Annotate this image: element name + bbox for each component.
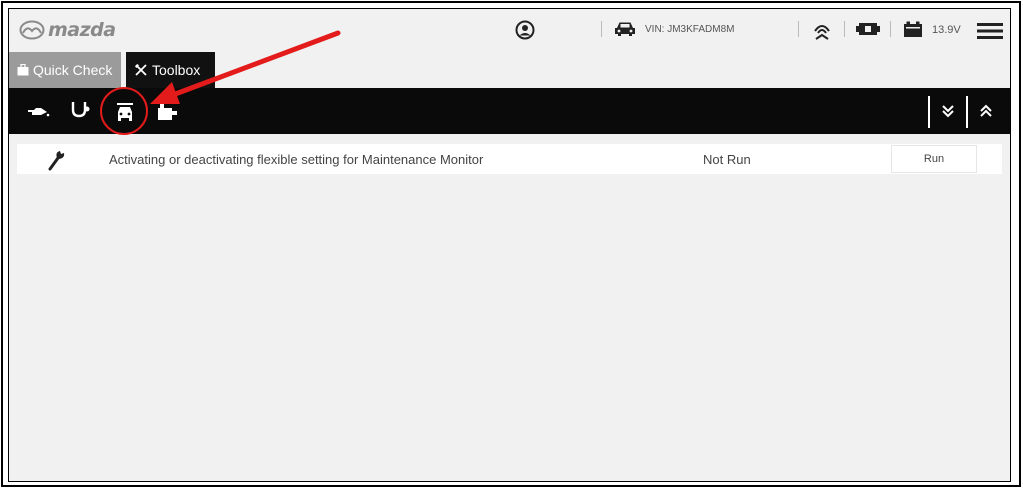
vehicle-setting-icon: [117, 103, 133, 121]
toolbar-divider: [966, 96, 968, 128]
tab-label: Quick Check: [33, 62, 113, 78]
tools-icon: [135, 64, 147, 76]
car-icon: [615, 22, 635, 36]
wireless-connection-icon: [814, 25, 830, 40]
toolbar-divider: [928, 96, 930, 128]
tab-label: Toolbox: [152, 62, 201, 78]
mazda-emblem-icon: [19, 20, 45, 40]
wrench-icon: [47, 149, 67, 176]
app-window: mazda VIN: JM3KFADM8M 13.9V Quick Check …: [8, 8, 1011, 482]
vin-label: VIN: JM3KFADM8M: [645, 23, 735, 35]
toolbar-diagnostics-button[interactable]: [67, 98, 93, 124]
toolbar-oil-button[interactable]: [25, 98, 51, 124]
toolbox-category-bar: [9, 88, 1010, 134]
vehicle-info: VIN: JM3KFADM8M: [613, 20, 734, 38]
stethoscope-icon: [71, 102, 90, 118]
user-account-button[interactable]: [515, 20, 535, 40]
mazda-logo: mazda: [19, 19, 116, 41]
hamburger-menu-icon: [977, 23, 1003, 39]
vci-device-icon: [856, 23, 880, 35]
user-icon: [515, 20, 535, 40]
battery-icon: [904, 21, 922, 37]
battery-voltage: 13.9V: [932, 23, 961, 36]
procedure-row: Activating or deactivating flexible sett…: [17, 144, 1002, 174]
collapse-all-button[interactable]: [973, 98, 999, 124]
header-divider: [844, 21, 845, 37]
toolbar-modules-button[interactable]: [154, 98, 180, 124]
tab-toolbox[interactable]: Toolbox: [126, 52, 215, 88]
puzzle-icon: [158, 103, 177, 120]
procedure-description: Activating or deactivating flexible sett…: [109, 152, 484, 167]
interface-device-status[interactable]: [855, 21, 881, 37]
oil-can-icon: [28, 108, 50, 117]
app-header: mazda VIN: JM3KFADM8M 13.9V: [9, 9, 1010, 51]
brand-name: mazda: [48, 19, 116, 41]
expand-all-button[interactable]: [935, 98, 961, 124]
procedure-status: Not Run: [703, 152, 751, 167]
header-divider: [798, 21, 799, 37]
briefcase-icon: [17, 64, 29, 76]
header-divider: [601, 21, 602, 37]
header-divider: [890, 21, 891, 37]
battery-status: 13.9V: [903, 21, 961, 38]
main-menu-button[interactable]: [977, 22, 1003, 40]
double-chevron-down-icon: [942, 105, 954, 118]
run-button[interactable]: Run: [891, 145, 977, 173]
toolbar-vehicle-setting-button[interactable]: [112, 98, 138, 124]
double-chevron-up-icon: [980, 104, 992, 117]
tab-quick-check[interactable]: Quick Check: [9, 52, 121, 88]
connection-status[interactable]: [812, 19, 832, 41]
